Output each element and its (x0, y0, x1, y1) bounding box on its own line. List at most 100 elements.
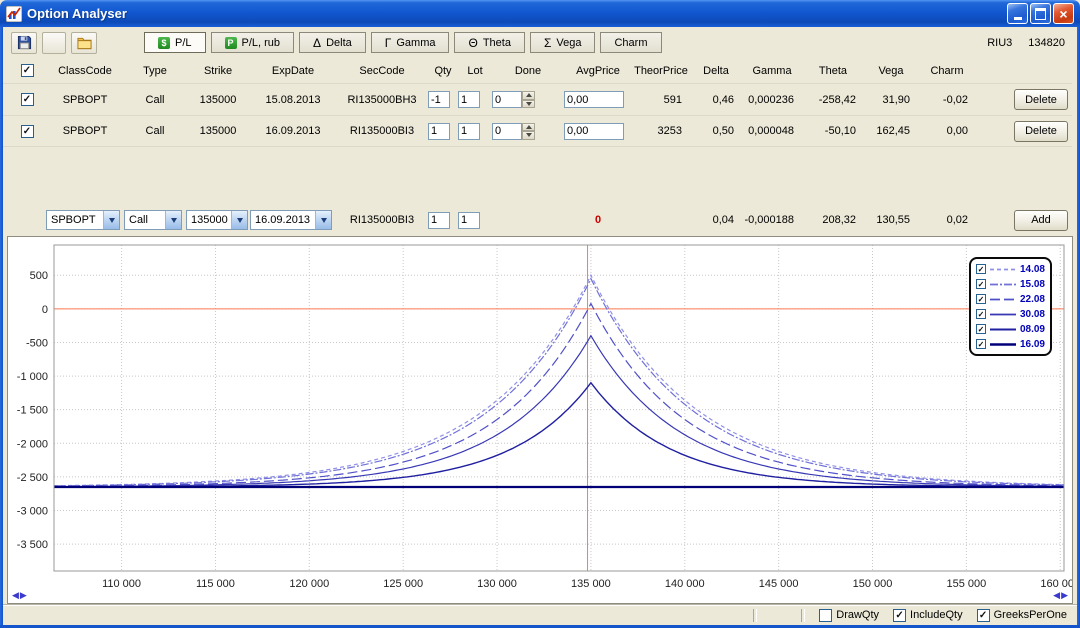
legend-line-sample (990, 325, 1016, 334)
done-input[interactable] (492, 123, 522, 140)
y-tick-label: 500 (30, 270, 48, 282)
minimize-button[interactable] (1007, 3, 1028, 24)
legend-checkbox[interactable] (976, 294, 986, 304)
open-button[interactable] (71, 32, 97, 54)
add-button[interactable]: Add (1014, 210, 1068, 231)
lot-input[interactable] (458, 123, 480, 140)
statusbar-checkbox[interactable] (819, 609, 832, 622)
toolbar: $P/LPP/L, rub Δ Delta ΓGammaΘTheta ΣVegaChar… (3, 27, 1077, 58)
save-button[interactable] (11, 32, 37, 54)
spin-up-button[interactable] (522, 91, 535, 100)
type-combo[interactable]: Call (124, 210, 182, 230)
done-input[interactable] (492, 91, 522, 108)
classcode-value: SPBOPT (46, 94, 124, 106)
avgprice-cell (564, 91, 632, 108)
statusbar-checkbox[interactable] (977, 609, 990, 622)
dropdown-arrow-icon[interactable] (165, 211, 181, 229)
tab-label: Vega (556, 37, 581, 49)
tab-gamma[interactable]: ΓGamma (371, 32, 450, 53)
tab-theta[interactable]: ΘTheta (454, 32, 524, 53)
header-lot: Lot (458, 65, 492, 77)
dropdown-arrow-icon[interactable] (315, 211, 331, 229)
y-tick-label: -1 000 (17, 371, 48, 383)
charm-value: 0,02 (918, 214, 976, 226)
expdate-combo[interactable]: 16.09.2013 (250, 210, 332, 230)
delete-button[interactable]: Delete (1014, 121, 1068, 142)
y-tick-label: -2 500 (17, 472, 48, 484)
classcode-value: SPBOPT (46, 125, 124, 137)
header-theorprice: TheorPrice (632, 65, 690, 77)
tab-p-l-rub[interactable]: PP/L, rub (211, 32, 295, 53)
legend-checkbox[interactable] (976, 324, 986, 334)
legend-checkbox[interactable] (976, 309, 986, 319)
legend-checkbox[interactable] (976, 279, 986, 289)
avgprice-input[interactable] (564, 123, 624, 140)
pan-right-button[interactable]: ▶ (20, 590, 27, 601)
strike-value: 135000 (186, 125, 250, 137)
tab-label: Delta (326, 37, 352, 49)
tab-p-l[interactable]: $P/L (144, 32, 206, 53)
strike-combo[interactable]: 135000 (186, 210, 248, 230)
classcode-combo[interactable]: SPBOPT (46, 210, 120, 230)
x-tick-label: 140 000 (665, 578, 705, 590)
lot-input[interactable] (458, 212, 480, 229)
maximize-button[interactable] (1030, 3, 1051, 24)
dropdown-arrow-icon[interactable] (103, 211, 119, 229)
header-strike: Strike (186, 65, 250, 77)
y-tick-label: -1 500 (17, 405, 48, 417)
ticker-price: 134820 (1028, 37, 1065, 49)
statusbar-option-greeksperone[interactable]: GreeksPerOne (977, 609, 1067, 622)
type-combo-cell: Call (124, 210, 186, 230)
done-cell (492, 123, 564, 140)
blank-button[interactable] (42, 32, 66, 54)
header-delta: Delta (690, 65, 742, 77)
x-tick-label: 160 000 (1040, 578, 1072, 590)
legend-checkbox[interactable] (976, 339, 986, 349)
delete-button[interactable]: Delete (1014, 89, 1068, 110)
tab-delta[interactable]: Δ Delta (299, 32, 366, 53)
dropdown-arrow-icon[interactable] (231, 211, 247, 229)
pan-left-button[interactable]: ◀ (1053, 590, 1060, 601)
header-qty: Qty (428, 65, 458, 77)
combo-value: SPBOPT (47, 211, 103, 229)
close-button[interactable]: × (1053, 3, 1074, 24)
lot-input[interactable] (458, 91, 480, 108)
spin-down-button[interactable] (522, 131, 535, 140)
row-select-checkbox[interactable] (21, 93, 34, 106)
tab-vega[interactable]: ΣVega (530, 32, 596, 53)
tab-greek-icon: Δ (313, 36, 321, 50)
row-select-checkbox[interactable] (21, 125, 34, 138)
tab-label: P/L (175, 37, 192, 49)
header-classcode: ClassCode (46, 65, 124, 77)
select-all-checkbox[interactable] (21, 64, 34, 77)
legend-checkbox[interactable] (976, 264, 986, 274)
pan-left-button[interactable]: ◀ (12, 590, 19, 601)
window-title: Option Analyser (27, 6, 1002, 21)
pan-right-button[interactable]: ▶ (1061, 590, 1068, 601)
type-value: Call (124, 125, 186, 137)
x-tick-label: 155 000 (946, 578, 986, 590)
statusbar-option-includeqty[interactable]: IncludeQty (893, 609, 963, 622)
spin-up-button[interactable] (522, 123, 535, 132)
theta-value: 208,32 (802, 214, 864, 226)
tab-charm[interactable]: Charm (600, 32, 661, 53)
combo-value: 135000 (187, 211, 231, 229)
spin-down-button[interactable] (522, 100, 535, 109)
combo-value: 16.09.2013 (251, 211, 315, 229)
header-done: Done (492, 65, 564, 77)
theta-value: -50,10 (802, 125, 864, 137)
title-bar[interactable]: Option Analyser × (0, 0, 1080, 27)
vega-value: 130,55 (864, 214, 918, 226)
legend-line-sample (990, 295, 1016, 304)
avgprice-cell (564, 123, 632, 140)
arrow-down-icon (526, 133, 532, 137)
qty-input[interactable] (428, 91, 450, 108)
series-line-30.08 (54, 336, 1064, 487)
avgprice-input[interactable] (564, 91, 624, 108)
statusbar-option-drawqty[interactable]: DrawQty (819, 609, 879, 622)
expdate-value: 15.08.2013 (250, 94, 336, 106)
statusbar-checkbox-label: DrawQty (836, 609, 879, 621)
statusbar-checkbox[interactable] (893, 609, 906, 622)
qty-input[interactable] (428, 123, 450, 140)
qty-input[interactable] (428, 212, 450, 229)
